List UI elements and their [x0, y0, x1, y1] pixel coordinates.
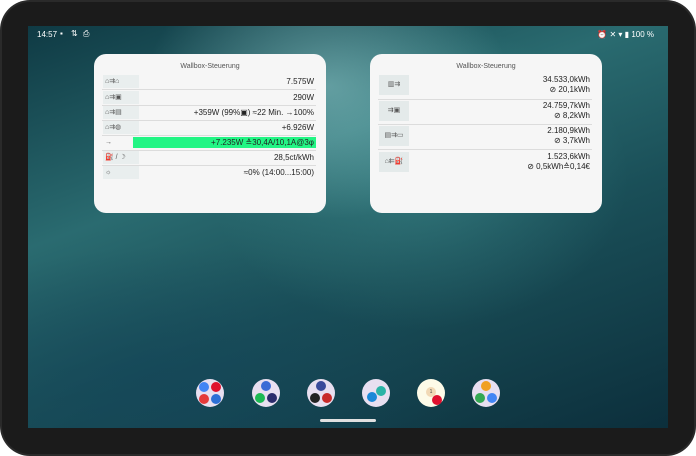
- widget-title: Wallbox-Steuerung: [456, 63, 516, 70]
- store-app-icon: [367, 392, 377, 402]
- home-gesture-bar[interactable]: [320, 419, 376, 422]
- grid-import-icon: ⌂⇇⛽: [379, 152, 409, 172]
- fuel-night-icon: ⛽ / ☽: [103, 151, 139, 164]
- row-value: 290W: [293, 93, 314, 102]
- row-value: +6.926W: [281, 123, 314, 132]
- sun-icon: ☼: [103, 166, 139, 179]
- contact-card-icon: ▪: [60, 29, 63, 38]
- mute-icon: ✕: [609, 30, 617, 39]
- audio-app-icon: [267, 393, 277, 403]
- battery-level: 100 %: [631, 30, 654, 39]
- row-charging-power: → +7.235W ≙30,4A/10,1A@3φ: [102, 136, 316, 149]
- row-solar-forecast: ☼ ≈0% (14:00...15:00): [102, 166, 316, 179]
- spotify-icon: [255, 393, 265, 403]
- alarm-icon: ⏰: [597, 30, 608, 39]
- home-car-battery-icon: ⌂⇉▤: [103, 106, 139, 119]
- total-value: 34.533,0kWh: [542, 75, 590, 84]
- app-folder-media[interactable]: [252, 379, 280, 407]
- to-battery-icon: ⇉▣: [379, 101, 409, 121]
- total-row: ⌂⇇⛽ 1.523,6kWh ⊘ 0,5kWh≙0,14€: [378, 152, 592, 174]
- row-price: ⛽ / ☽ 28,5ct/kWh: [102, 151, 316, 164]
- home-battery-icon: ⌂⇉▣: [103, 91, 139, 104]
- charging-value: +7.235W ≙30,4A/10,1A@3φ: [211, 138, 314, 147]
- home-grid-icon: ⌂⇉◍: [103, 121, 139, 134]
- chrome-icon: [199, 382, 209, 392]
- row-home-to-battery: ⌂⇉▣ 290W: [102, 91, 316, 104]
- status-right: ⏰ ✕ ▾ ▮ 100 %: [597, 30, 654, 39]
- row-home-to-grid: ⌂⇉◍ +6.926W: [102, 121, 316, 134]
- pv-to-home-icon: ⌂⇉⌂: [103, 75, 139, 88]
- total-value: 2.180,9kWh: [547, 126, 590, 135]
- pv-export-icon: ▥⇉: [379, 75, 409, 95]
- opera-icon: [432, 395, 442, 405]
- divider: [102, 89, 316, 90]
- wallbox-widget-totals[interactable]: Wallbox-Steuerung ▥⇉ 34.533,0kWh ⊘ 20,1k…: [370, 54, 602, 213]
- total-row: ⇉▣ 24.759,7kWh ⊘ 8,2kWh: [378, 101, 592, 123]
- total-row: ▥⇉ 34.533,0kWh ⊘ 20,1kWh: [378, 75, 592, 97]
- average-value: ⊘ 20,1kWh: [549, 85, 591, 94]
- data-transfer-icon: ⇅: [71, 29, 78, 38]
- status-bar: 14:57 ▪ ⇅ ⎙ ⏰ ✕ ▾ ▮ 100 %: [28, 26, 668, 44]
- tablet-frame: 14:57 ▪ ⇅ ⎙ ⏰ ✕ ▾ ▮ 100 % Wallbox-Steuer…: [0, 0, 696, 456]
- app-folder-shopping[interactable]: 1: [417, 379, 445, 407]
- row-value: ≈0% (14:00...15:00): [243, 168, 314, 177]
- average-value: ⊘ 0,5kWh≙0,14€: [527, 162, 590, 171]
- battery-icon: ▮: [624, 30, 630, 39]
- sk-app-icon: [211, 394, 221, 404]
- app-folder-tools[interactable]: [362, 379, 390, 407]
- outdoor-app-icon: [475, 393, 485, 403]
- u-app-icon: [322, 393, 332, 403]
- car-charging-icon: ▤⇉▭: [379, 126, 409, 146]
- row-pv-to-home: ⌂⇉⌂ 7.575W: [102, 75, 316, 88]
- divider: [378, 99, 592, 100]
- total-row: ▤⇉▭ 2.180,9kWh ⊘ 3,7kWh: [378, 126, 592, 148]
- wallbox-widget-current[interactable]: Wallbox-Steuerung ⌂⇉⌂ 7.575W ⌂⇉▣ 290W ⌂⇉…: [94, 54, 326, 213]
- row-home-to-car-battery: ⌂⇉▤ +359W (99%▣) ≈22 Min. →100%: [102, 106, 316, 119]
- layers-app-icon: [376, 386, 386, 396]
- average-value: ⊘ 8,2kWh: [553, 111, 590, 120]
- widget-title: Wallbox-Steuerung: [180, 63, 240, 70]
- bolt-app-icon: [310, 393, 320, 403]
- s-app-icon: [199, 394, 209, 404]
- app-folder-maps[interactable]: [472, 379, 500, 407]
- app-folder-energy[interactable]: [307, 379, 335, 407]
- home-screen: 14:57 ▪ ⇅ ⎙ ⏰ ✕ ▾ ▮ 100 % Wallbox-Steuer…: [28, 26, 668, 428]
- row-value: +359W (99%▣) ≈22 Min. →100%: [193, 108, 314, 117]
- total-value: 1.523,6kWh: [547, 152, 590, 161]
- average-value: ⊘ 3,7kWh: [553, 136, 590, 145]
- divider: [378, 149, 592, 150]
- divider: [378, 124, 592, 125]
- row-value: 7.575W: [286, 77, 314, 86]
- news-icon: [261, 381, 271, 391]
- printer-icon: ⎙: [83, 29, 90, 38]
- opera-icon: [211, 382, 221, 392]
- clock: 14:57: [37, 30, 58, 39]
- total-value: 24.759,7kWh: [542, 101, 590, 110]
- maps-icon: [487, 393, 497, 403]
- energy-app-icon: [316, 381, 326, 391]
- navigation-app-icon: [481, 381, 491, 391]
- row-value: 28,5ct/kWh: [273, 153, 314, 162]
- app-folder-browsers[interactable]: [196, 379, 224, 407]
- wifi-icon: ▾: [618, 30, 623, 39]
